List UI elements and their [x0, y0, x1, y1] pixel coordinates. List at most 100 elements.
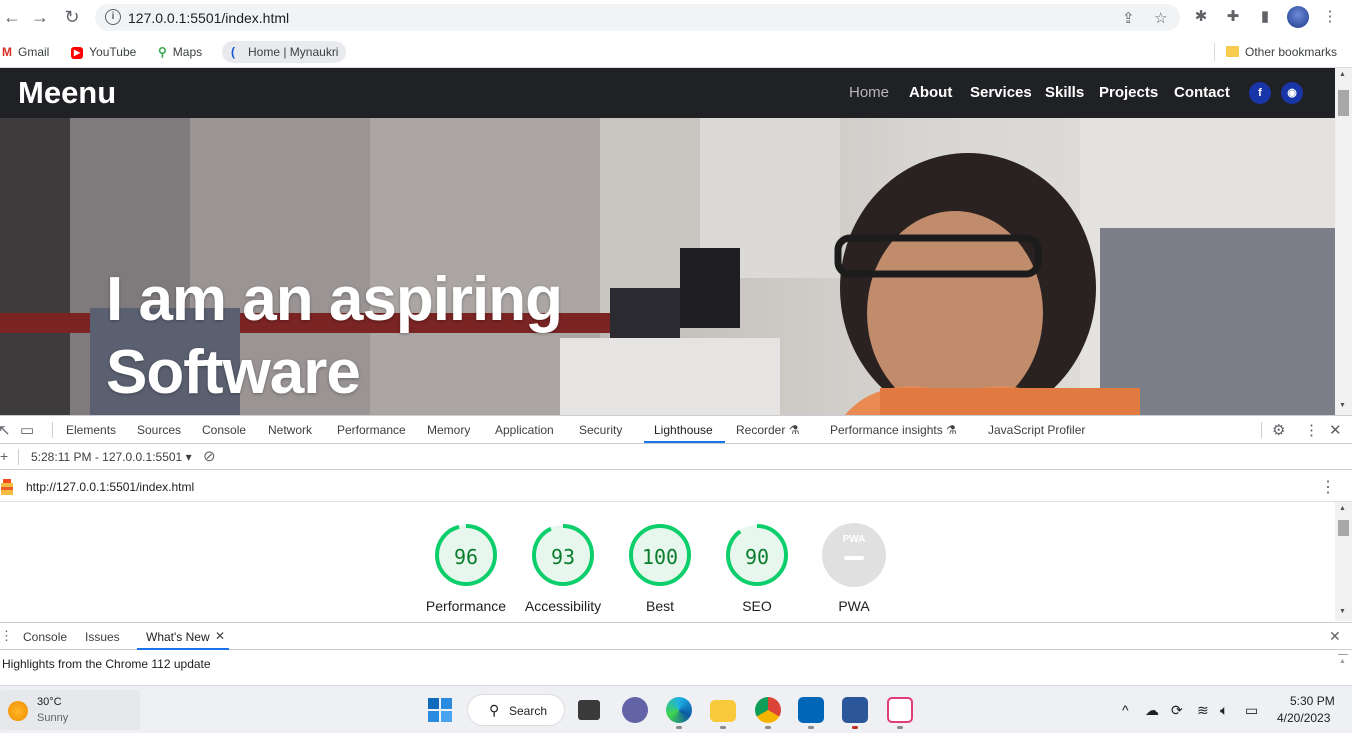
search-label: Search: [509, 704, 548, 718]
inspect-element-icon[interactable]: ↖: [0, 421, 11, 439]
snipping-tool-icon[interactable]: [887, 697, 913, 723]
bookmark-youtube[interactable]: ▶ YouTube: [71, 41, 136, 63]
extensions-puzzle-icon[interactable]: ✚: [1223, 7, 1243, 25]
share-icon[interactable]: ⇪: [1122, 9, 1135, 27]
windows-start-icon[interactable]: [428, 698, 452, 722]
scroll-down-icon[interactable]: ▼: [1339, 608, 1346, 615]
drawer-scroll-up-icon[interactable]: ▲: [1339, 658, 1346, 665]
settings-gear-icon[interactable]: ⚙: [1272, 421, 1285, 439]
weather-widget[interactable]: 30°C Sunny: [0, 690, 140, 730]
scroll-up-icon[interactable]: ▲: [1339, 505, 1346, 512]
back-icon[interactable]: ←: [0, 6, 24, 30]
edge-icon[interactable]: [666, 697, 692, 723]
github-icon[interactable]: ◉: [1281, 82, 1303, 104]
battery-icon[interactable]: ▭: [1245, 702, 1258, 719]
volume-icon[interactable]: 🔈︎: [1220, 702, 1228, 719]
best-practices-label: Best: [645, 598, 674, 614]
tab-lighthouse[interactable]: Lighthouse: [654, 423, 713, 437]
tab-performance[interactable]: Performance: [337, 423, 406, 437]
bug-extension-icon[interactable]: ✱: [1191, 7, 1211, 25]
drawer-tab-whats-new[interactable]: What's New: [146, 630, 210, 644]
chrome-icon[interactable]: [755, 697, 781, 723]
tab-security[interactable]: Security: [579, 423, 622, 437]
tab-application[interactable]: Application: [495, 423, 554, 437]
file-explorer-icon[interactable]: [710, 700, 736, 722]
clock-date[interactable]: 4/20/2023: [1277, 711, 1330, 725]
drawer-tab-issues[interactable]: Issues: [85, 630, 120, 644]
nav-skills[interactable]: Skills: [1045, 84, 1084, 101]
chrome-menu-icon[interactable]: ⋮: [1320, 7, 1340, 25]
drawer-menu-icon[interactable]: ⋮: [0, 628, 13, 644]
report-menu-icon[interactable]: ⋮: [1320, 477, 1336, 497]
address-bar[interactable]: i 127.0.0.1:5501/index.html ⇪ ☆: [95, 4, 1180, 31]
tab-memory[interactable]: Memory: [427, 423, 470, 437]
tab-network[interactable]: Network: [268, 423, 312, 437]
tab-elements[interactable]: Elements: [66, 423, 116, 437]
tab-javascript-profiler[interactable]: JavaScript Profiler: [988, 423, 1085, 437]
close-whats-new-icon[interactable]: ✕: [215, 629, 225, 643]
tab-recorder[interactable]: Recorder ⚗: [736, 423, 799, 437]
tab-sources[interactable]: Sources: [137, 423, 181, 437]
side-panel-icon[interactable]: ▮: [1255, 7, 1275, 25]
drawer-tab-console[interactable]: Console: [23, 630, 67, 644]
active-tab-indicator: [644, 441, 725, 443]
close-drawer-icon[interactable]: ✕: [1329, 628, 1341, 645]
devtools-menu-icon[interactable]: ⋮: [1304, 421, 1319, 439]
reload-icon[interactable]: ↻: [60, 6, 84, 30]
running-indicator: [852, 726, 858, 729]
other-bookmarks[interactable]: Other bookmarks: [1226, 41, 1337, 63]
facebook-icon[interactable]: f: [1249, 82, 1271, 104]
report-scroll-thumb[interactable]: [1338, 520, 1349, 536]
pwa-badge-text: PWA: [842, 534, 866, 545]
scroll-up-icon[interactable]: ▲: [1339, 71, 1346, 78]
nav-services[interactable]: Services: [970, 84, 1032, 101]
nav-projects[interactable]: Projects: [1099, 84, 1158, 101]
vscode-icon[interactable]: [798, 697, 824, 723]
bookmark-gmail[interactable]: M Gmail: [2, 41, 49, 63]
bookmark-maps[interactable]: ⚲ Maps: [158, 41, 202, 63]
profile-avatar[interactable]: [1287, 6, 1309, 28]
address-url[interactable]: 127.0.0.1:5501/index.html: [128, 10, 289, 26]
nav-contact[interactable]: Contact: [1174, 84, 1230, 101]
browser-toolbar: ← → ↻ i 127.0.0.1:5501/index.html ⇪ ☆ ✱ …: [0, 0, 1352, 35]
nav-about[interactable]: About: [909, 84, 952, 101]
report-scrollbar[interactable]: ▲ ▼: [1335, 502, 1352, 621]
pwa-gauge[interactable]: PWA: [822, 523, 886, 587]
bookmark-naukri[interactable]: (Home | Mynaukri: [222, 41, 347, 63]
accessibility-label: Accessibility: [524, 598, 602, 614]
page-scroll-thumb[interactable]: [1338, 90, 1349, 116]
device-toolbar-icon[interactable]: ▭: [20, 421, 34, 439]
performance-gauge[interactable]: 96: [434, 523, 498, 587]
forward-icon[interactable]: →: [28, 6, 52, 30]
seo-gauge[interactable]: 90: [725, 523, 789, 587]
naukri-icon: (: [231, 45, 235, 59]
whats-new-headline: Highlights from the Chrome 112 update: [2, 657, 211, 671]
clear-reports-icon[interactable]: ⊘: [203, 447, 216, 465]
scroll-down-icon[interactable]: ▼: [1339, 402, 1346, 409]
site-logo[interactable]: Meenu: [18, 75, 116, 111]
site-info-icon[interactable]: i: [105, 9, 121, 25]
clock-time[interactable]: 5:30 PM: [1290, 694, 1335, 708]
running-indicator: [765, 726, 771, 729]
task-view-icon[interactable]: [578, 700, 600, 720]
report-selector[interactable]: 5:28:11 PM - 127.0.0.1:5501 ▾: [31, 450, 192, 464]
accessibility-gauge[interactable]: 93: [531, 523, 595, 587]
taskbar-search[interactable]: ⚲ Search: [467, 694, 565, 726]
tab-console[interactable]: Console: [202, 423, 246, 437]
close-devtools-icon[interactable]: ✕: [1329, 421, 1342, 439]
show-hidden-icons-icon[interactable]: ^: [1122, 702, 1129, 718]
wifi-icon[interactable]: ≋: [1197, 702, 1209, 719]
best-practices-gauge[interactable]: 100: [628, 523, 692, 587]
report-url[interactable]: http://127.0.0.1:5501/index.html: [26, 480, 194, 494]
drawer-resize-handle[interactable]: [1338, 654, 1348, 655]
new-report-plus-icon[interactable]: +: [0, 448, 8, 464]
word-icon[interactable]: [842, 697, 868, 723]
teams-chat-icon[interactable]: [622, 697, 648, 723]
onedrive-sync-icon[interactable]: ☁: [1145, 702, 1159, 719]
nav-home[interactable]: Home: [849, 84, 889, 101]
page-scrollbar[interactable]: ▲ ▼: [1335, 68, 1352, 415]
refresh-sync-icon[interactable]: ⟳: [1171, 702, 1183, 719]
bookmark-star-icon[interactable]: ☆: [1154, 9, 1167, 27]
youtube-icon: ▶: [71, 47, 84, 59]
tab-performance-insights[interactable]: Performance insights ⚗: [830, 423, 957, 437]
